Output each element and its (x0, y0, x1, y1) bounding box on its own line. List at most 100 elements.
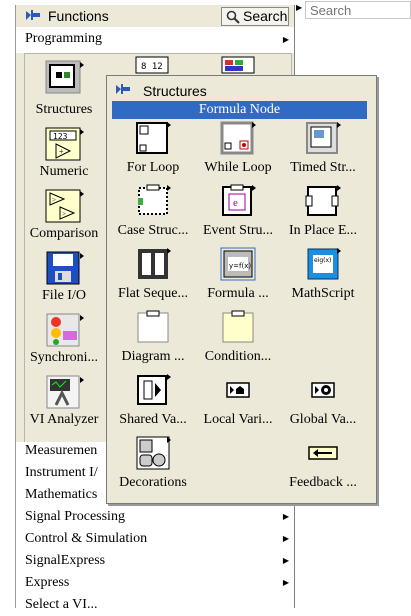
pin-icon[interactable] (25, 9, 41, 23)
category-label: Structures (35, 102, 93, 117)
timed-structure-icon (306, 122, 341, 154)
item-label: Local Vari... (203, 412, 273, 427)
structures-title: Structures (143, 83, 207, 99)
case-structure-icon (138, 184, 171, 215)
item-label: In Place E... (288, 223, 358, 238)
list-item[interactable]: Mathematics (25, 484, 97, 506)
local-variable-item[interactable]: Local Vari... (195, 373, 281, 428)
pin-icon[interactable] (115, 83, 131, 97)
category-label: Synchroni... (29, 350, 99, 365)
item-label: For Loop (126, 160, 180, 175)
global-variable-item[interactable]: Global Va... (280, 373, 366, 428)
search-button-label: Search (243, 8, 288, 24)
flat-sequence-item[interactable]: Flat Seque... (110, 247, 196, 302)
array-icon[interactable]: 8 12 (135, 56, 169, 74)
global-variable-icon (311, 382, 335, 398)
functions-title: Functions (48, 8, 109, 24)
highlighted-item-name: Formula Node (112, 101, 367, 119)
formula-node-item[interactable]: y=f(x) Formula ... (195, 247, 281, 302)
event-structure-item[interactable]: e Event Stru... (195, 184, 281, 239)
category-label: File I/O (42, 288, 86, 303)
feedback-node-icon (308, 446, 338, 460)
numeric-icon: 123 + (45, 127, 84, 161)
mathscript-item[interactable]: eig(x) MathScript (280, 247, 366, 302)
item-label: Shared Va... (119, 412, 187, 427)
submenu-arrow-icon: ▶ (282, 35, 289, 44)
item-label: While Loop (204, 160, 272, 175)
list-item[interactable]: Express (25, 572, 69, 594)
flat-sequence-icon (138, 248, 171, 279)
conditional-disable-icon (222, 310, 254, 343)
item-label: Formula ... (207, 286, 269, 301)
programming-label: Programming (25, 31, 102, 46)
category-numeric[interactable]: 123 + Numeric (24, 127, 104, 180)
for-loop-icon (136, 122, 171, 154)
item-label: Diagram ... (121, 349, 185, 364)
diagram-disable-item[interactable]: Diagram ... (110, 310, 196, 365)
conditional-disable-item[interactable]: Condition... (195, 310, 281, 365)
category-synchronization[interactable]: Synchroni... (24, 313, 104, 366)
timed-structure-item[interactable]: Timed Str... (280, 121, 366, 176)
svg-text:>: > (52, 196, 56, 204)
search-input[interactable] (305, 1, 411, 19)
for-loop-item[interactable]: For Loop (110, 121, 196, 176)
in-place-element-icon (305, 185, 341, 216)
item-label: Decorations (119, 475, 187, 490)
svg-text:8 12: 8 12 (141, 62, 163, 72)
while-loop-icon (220, 121, 256, 155)
submenu-arrow-icon: ▶ (282, 512, 289, 521)
svg-text:+: + (59, 147, 64, 156)
category-file-io[interactable]: File I/O (24, 251, 104, 304)
list-item[interactable]: Signal Processing (25, 506, 125, 528)
category-label: Numeric (39, 164, 89, 179)
decorations-icon (136, 436, 171, 470)
floppy-disk-icon (46, 251, 84, 285)
item-label: Flat Seque... (118, 286, 188, 301)
list-item[interactable]: SignalExpress (25, 550, 105, 572)
functions-title-bar: Functions Search (16, 5, 294, 27)
item-label: Timed Str... (290, 160, 356, 175)
cluster-icon[interactable] (221, 56, 255, 74)
decorations-item[interactable]: Decorations (110, 436, 196, 491)
list-item[interactable]: Select a VI... (25, 594, 97, 616)
shared-variable-icon (137, 374, 171, 405)
mathscript-icon: eig(x) (307, 248, 341, 280)
svg-text:>: > (62, 210, 66, 218)
submenu-arrow-icon: ▶ (282, 534, 289, 543)
submenu-arrow-icon: ▶ (282, 556, 289, 565)
item-label: Case Struc... (117, 223, 189, 238)
event-structure-icon: e (222, 184, 256, 216)
feedback-node-item[interactable]: Feedback ... (280, 436, 366, 491)
structures-icon (45, 60, 84, 94)
formula-node-icon: y=f(x) (220, 247, 256, 281)
vi-analyzer-icon (46, 375, 84, 409)
list-item[interactable]: Measuremen (25, 440, 97, 462)
category-label: Comparison (29, 226, 99, 241)
search-button[interactable]: Search (221, 7, 289, 26)
svg-text:123: 123 (53, 132, 68, 141)
svg-text:y=f(x): y=f(x) (229, 262, 251, 270)
programming-row[interactable]: Programming ▶ (16, 27, 294, 53)
in-place-element-item[interactable]: In Place E... (280, 184, 366, 239)
structures-palette: Structures Formula Node For Loop While L… (106, 75, 377, 504)
list-item[interactable]: Instrument I/ (25, 462, 98, 484)
category-vi-analyzer[interactable]: VI Analyzer (24, 375, 104, 428)
item-label: Condition... (204, 349, 272, 364)
category-structures[interactable]: Structures (24, 60, 104, 118)
case-structure-item[interactable]: Case Struc... (110, 184, 196, 239)
diagram-disable-icon (137, 310, 169, 343)
submenu-arrow-icon: ▶ (282, 578, 289, 587)
list-item[interactable]: Control & Simulation (25, 528, 147, 550)
synchronization-icon (46, 313, 84, 347)
item-label: MathScript (291, 286, 355, 301)
magnifier-icon (226, 10, 240, 24)
category-comparison[interactable]: > > Comparison (24, 189, 104, 242)
while-loop-item[interactable]: While Loop (195, 121, 281, 176)
comparison-icon: >> (45, 189, 84, 223)
shared-variable-item[interactable]: Shared Va... (110, 373, 196, 428)
local-variable-icon (226, 382, 250, 398)
svg-text:e: e (233, 197, 238, 209)
svg-text:eig(x): eig(x) (314, 257, 331, 264)
expand-arrow-icon[interactable]: ▶ (296, 3, 302, 12)
item-label: Event Stru... (203, 223, 273, 238)
